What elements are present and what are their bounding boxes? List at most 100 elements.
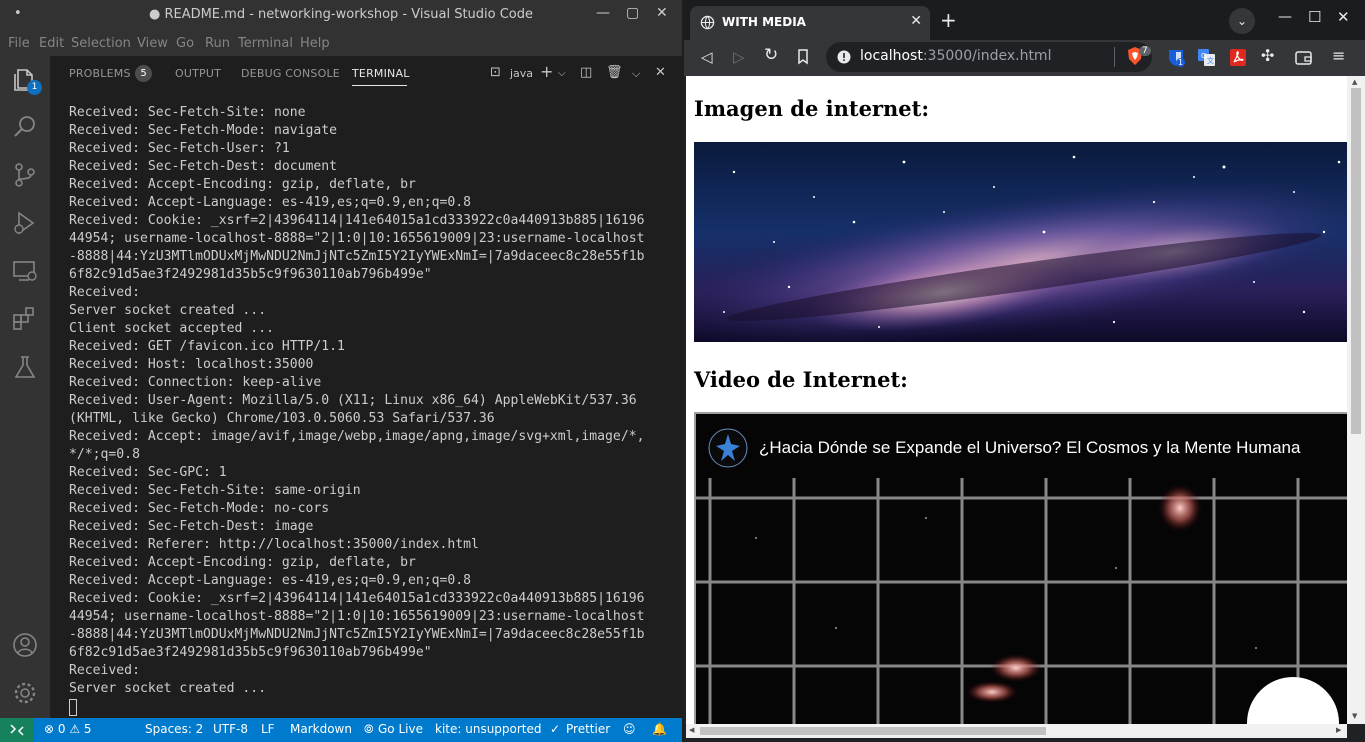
wallet-icon[interactable] (1295, 50, 1312, 65)
horizontal-scroll-thumb[interactable] (700, 727, 1046, 735)
menu-file[interactable]: File (8, 36, 30, 51)
notifications-bell-icon[interactable]: 🔔 (652, 722, 667, 736)
status-spaces[interactable]: Spaces: 2 (145, 722, 203, 736)
menu-terminal[interactable]: Terminal (238, 36, 293, 51)
browser-minimize-icon[interactable]: — (1278, 9, 1292, 25)
vertical-scrollbar[interactable]: ▲ ▼ (1347, 76, 1365, 724)
heading-image: Imagen de internet: (694, 96, 930, 121)
extensions-icon[interactable] (11, 305, 39, 333)
scroll-left-icon[interactable]: ◀ (689, 726, 694, 734)
new-terminal-plus-icon[interactable]: + (540, 62, 553, 81)
minimize-icon[interactable]: — (596, 5, 610, 21)
maximize-icon[interactable]: ▢ (626, 5, 639, 21)
site-info-icon[interactable] (837, 50, 851, 64)
channel-avatar[interactable] (708, 428, 748, 468)
horizontal-scrollbar[interactable]: ◀ ▶ (686, 724, 1347, 738)
go-live-icon: ⦾ (364, 722, 374, 736)
terminal-line: Received: Cookie: _xsrf=2|43964114|141e6… (69, 591, 645, 606)
terminal-line: Received: User-Agent: Mozilla/5.0 (X11; … (69, 393, 637, 408)
terminal-output[interactable]: Received: Sec-Fetch-Site: none Received: … (69, 104, 669, 716)
video-title[interactable]: ¿Hacia Dónde se Expande el Universo? El … (759, 438, 1300, 458)
menu-go[interactable]: Go (176, 36, 194, 51)
status-language[interactable]: Markdown (290, 722, 352, 736)
bookmark-icon[interactable] (797, 49, 809, 65)
maximize-panel-chevron-icon[interactable]: ⌵ (632, 67, 640, 81)
terminal-line: Received: Accept-Encoding: gzip, deflate… (69, 177, 416, 192)
search-icon[interactable] (11, 113, 39, 141)
reload-icon[interactable]: ↻ (764, 45, 778, 65)
back-icon[interactable]: ◁ (701, 48, 713, 66)
terminal-line: Received: Accept-Language: es-419,es;q=0… (69, 573, 472, 588)
menu-run[interactable]: Run (205, 36, 230, 51)
tab-problems[interactable]: PROBLEMS (69, 67, 131, 80)
terminal-dropdown-chevron-icon[interactable]: ⌵ (558, 68, 566, 79)
menu-edit[interactable]: Edit (39, 36, 64, 51)
close-panel-icon[interactable]: ✕ (655, 65, 666, 80)
tab-output[interactable]: OUTPUT (175, 67, 221, 80)
window-title: ● README.md - networking-workshop - Visu… (148, 7, 534, 22)
run-debug-icon[interactable] (11, 209, 39, 237)
tab-close-icon[interactable]: ✕ (910, 13, 922, 29)
browser-tab[interactable]: WITH MEDIA ✕ (690, 6, 930, 40)
extensions-puzzle-icon[interactable]: ✣ (1261, 46, 1274, 65)
scroll-right-icon[interactable]: ▶ (1336, 726, 1341, 734)
terminal-line: -8888|44:YzU3MTlmODUxMjMwNDU2NmJjNTc5ZmI… (69, 627, 645, 642)
status-encoding[interactable]: UTF-8 (213, 722, 248, 736)
active-tab-indicator (352, 85, 407, 86)
prettier-check-icon: ✓ (550, 722, 561, 736)
menu-hamburger-icon[interactable]: ≡ (1332, 46, 1345, 65)
terminal-line: Received: Sec-Fetch-Dest: image (69, 519, 314, 534)
browser-maximize-icon[interactable]: ☐ (1308, 8, 1321, 26)
page-viewport: Imagen de internet: Video de Internet: ¿… (686, 76, 1347, 724)
menu-selection[interactable]: Selection (71, 36, 131, 51)
scroll-down-icon[interactable]: ▼ (1352, 712, 1357, 720)
terminal-shell-name[interactable]: java (510, 67, 533, 80)
status-kite[interactable]: kite: unsupported (435, 722, 542, 736)
split-terminal-icon[interactable]: ◫ (580, 65, 592, 80)
terminal-line: Received: GET /favicon.ico HTTP/1.1 (69, 339, 345, 354)
pdf-extension-icon[interactable] (1230, 49, 1246, 66)
browser-window: WITH MEDIA ✕ + ⌄ — ☐ ✕ ◁ ▷ ↻ localhost:3… (684, 0, 1365, 742)
new-tab-plus-icon[interactable]: + (940, 8, 957, 32)
terminal-line: Received: Sec-Fetch-Site: same-origin (69, 483, 361, 498)
video-frame-grid (696, 478, 1347, 724)
status-eol[interactable]: LF (261, 722, 275, 736)
terminal-line: Received: (69, 285, 140, 300)
heading-video: Video de Internet: (694, 367, 908, 392)
remote-explorer-icon[interactable] (11, 257, 39, 285)
status-go-live[interactable]: Go Live (378, 722, 423, 736)
globe-icon (700, 15, 715, 30)
title-bar: • ● README.md - networking-workshop - Vi… (0, 0, 682, 31)
address-bar[interactable]: localhost:35000/index.html (826, 42, 1152, 72)
terminal-line: 6f82c91d5ae3f2492981d35b5c9f9630110ab796… (69, 267, 432, 282)
google-translate-icon[interactable]: G文 (1198, 49, 1215, 66)
testing-icon[interactable] (11, 353, 39, 381)
galaxy-image (694, 142, 1347, 342)
status-bar: ⊗ 0 ⚠ 5 Spaces: 2 UTF-8 LF Markdown ⦾ Go… (0, 718, 682, 742)
url-host: localhost (860, 48, 923, 64)
menu-help[interactable]: Help (300, 36, 330, 51)
tab-search-chevron-icon[interactable]: ⌄ (1229, 8, 1255, 34)
svg-text:文: 文 (1207, 56, 1214, 65)
url-path: :35000/index.html (922, 48, 1052, 64)
source-control-icon[interactable] (11, 161, 39, 189)
menu-view[interactable]: View (137, 36, 168, 51)
terminal-icon: ⊡ (490, 65, 501, 80)
video-player[interactable]: ¿Hacia Dónde se Expande el Universo? El … (694, 412, 1347, 724)
feedback-icon[interactable]: ☺ (623, 722, 636, 736)
kill-terminal-trash-icon[interactable]: 🗑 (606, 65, 623, 80)
terminal-line: Server socket created ... (69, 303, 267, 318)
vertical-scroll-thumb[interactable] (1351, 88, 1361, 434)
scroll-up-icon[interactable]: ▲ (1352, 78, 1357, 86)
tab-debug-console[interactable]: DEBUG CONSOLE (241, 67, 340, 80)
status-prettier[interactable]: Prettier (566, 722, 610, 736)
tab-terminal[interactable]: TERMINAL (352, 67, 410, 80)
accounts-icon[interactable] (11, 631, 39, 659)
close-icon[interactable]: ✕ (656, 5, 668, 21)
problems-count-badge: 5 (135, 65, 152, 82)
browser-close-icon[interactable]: ✕ (1337, 8, 1350, 26)
status-problems[interactable]: ⊗ 0 ⚠ 5 (44, 722, 92, 736)
forward-icon[interactable]: ▷ (733, 48, 745, 66)
remote-indicator[interactable] (0, 718, 34, 742)
manage-gear-icon[interactable] (11, 679, 39, 707)
